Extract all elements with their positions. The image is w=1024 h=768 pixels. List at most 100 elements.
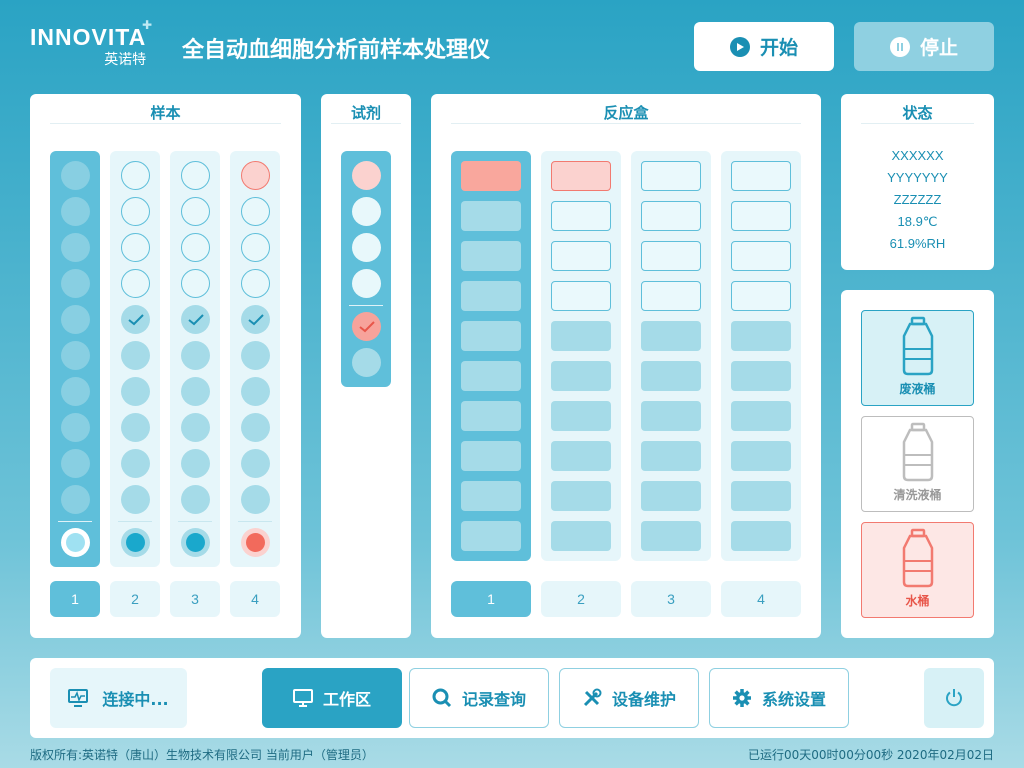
reagent-hole[interactable] [352,269,381,298]
reaction-box-4[interactable] [721,151,801,561]
reaction-cell[interactable] [551,361,611,391]
sample-hole-checked[interactable] [241,305,270,334]
reaction-cell[interactable] [551,241,611,271]
sample-hole[interactable] [61,449,90,478]
stop-button[interactable]: 停止 [854,22,994,71]
sample-hole[interactable] [181,197,210,226]
reaction-cell[interactable] [461,201,521,231]
reaction-cell[interactable] [731,521,791,551]
reaction-cell[interactable] [731,441,791,471]
nav-settings[interactable]: 系统设置 [709,668,849,728]
sample-hole[interactable] [181,269,210,298]
nav-workspace[interactable]: 工作区 [262,668,402,728]
nav-records[interactable]: 记录查询 [409,668,549,728]
sample-cup[interactable] [121,528,150,557]
reaction-cell[interactable] [551,281,611,311]
reaction-cell[interactable] [641,481,701,511]
reaction-column-button-1[interactable]: 1 [451,581,531,617]
reaction-column-button-3[interactable]: 3 [631,581,711,617]
reagent-hole[interactable] [352,348,381,377]
sample-hole[interactable] [61,161,90,190]
reaction-column-button-4[interactable]: 4 [721,581,801,617]
sample-hole[interactable] [121,485,150,514]
sample-hole[interactable] [61,341,90,370]
sample-hole[interactable] [61,413,90,442]
sample-hole[interactable] [241,341,270,370]
sample-hole[interactable] [61,485,90,514]
reagent-hole-alert[interactable] [352,161,381,190]
reaction-cell[interactable] [731,201,791,231]
sample-hole[interactable] [121,161,150,190]
clean-bucket[interactable]: 清洗液桶 [861,416,974,512]
sample-hole[interactable] [181,341,210,370]
sample-column-button-2[interactable]: 2 [110,581,160,617]
sample-rack-3[interactable] [170,151,220,567]
sample-cup[interactable] [61,528,90,557]
reaction-cell[interactable] [461,441,521,471]
connection-status[interactable]: 连接中... [50,668,187,728]
sample-hole[interactable] [121,269,150,298]
reaction-cell[interactable] [641,201,701,231]
sample-column-button-1[interactable]: 1 [50,581,100,617]
sample-hole[interactable] [181,485,210,514]
start-button[interactable]: 开始 [694,22,834,71]
water-bucket[interactable]: 水桶 [861,522,974,618]
reaction-cell[interactable] [461,321,521,351]
reaction-box-1[interactable] [451,151,531,561]
reaction-cell[interactable] [551,321,611,351]
reaction-cell[interactable] [551,481,611,511]
reaction-cell[interactable] [731,161,791,191]
sample-hole[interactable] [121,413,150,442]
waste-bucket[interactable]: 废液桶 [861,310,974,406]
sample-column-button-4[interactable]: 4 [230,581,280,617]
sample-cup-alert[interactable] [241,528,270,557]
sample-hole[interactable] [181,449,210,478]
sample-hole[interactable] [181,413,210,442]
reaction-cell-alert[interactable] [461,161,521,191]
reaction-cell[interactable] [731,361,791,391]
sample-hole-alert[interactable] [241,161,270,190]
sample-hole[interactable] [241,233,270,262]
sample-hole-checked[interactable] [121,305,150,334]
sample-hole[interactable] [121,233,150,262]
reaction-cell[interactable] [641,441,701,471]
nav-maintenance[interactable]: 设备维护 [559,668,699,728]
sample-hole[interactable] [241,377,270,406]
sample-hole[interactable] [121,377,150,406]
sample-hole[interactable] [61,233,90,262]
reaction-cell[interactable] [641,281,701,311]
reaction-cell-alert[interactable] [551,161,611,191]
reaction-box-3[interactable] [631,151,711,561]
reaction-cell[interactable] [641,401,701,431]
sample-rack-4[interactable] [230,151,280,567]
sample-rack-2[interactable] [110,151,160,567]
reaction-cell[interactable] [731,321,791,351]
sample-hole[interactable] [241,449,270,478]
reagent-hole[interactable] [352,233,381,262]
reaction-cell[interactable] [461,481,521,511]
reaction-cell[interactable] [641,321,701,351]
reaction-cell[interactable] [641,521,701,551]
reaction-cell[interactable] [461,241,521,271]
sample-hole[interactable] [61,269,90,298]
reagent-hole[interactable] [352,197,381,226]
reaction-cell[interactable] [461,521,521,551]
reaction-cell[interactable] [731,281,791,311]
sample-rack-1[interactable] [50,151,100,567]
reaction-cell[interactable] [731,481,791,511]
reaction-cell[interactable] [461,281,521,311]
reaction-cell[interactable] [641,361,701,391]
sample-hole[interactable] [121,341,150,370]
sample-hole[interactable] [181,161,210,190]
sample-hole[interactable] [61,377,90,406]
reaction-cell[interactable] [551,201,611,231]
reaction-cell[interactable] [551,401,611,431]
sample-cup[interactable] [181,528,210,557]
sample-hole[interactable] [181,233,210,262]
reaction-cell[interactable] [461,361,521,391]
reaction-cell[interactable] [461,401,521,431]
sample-hole[interactable] [121,449,150,478]
sample-hole[interactable] [181,377,210,406]
reaction-cell[interactable] [641,241,701,271]
sample-hole[interactable] [241,269,270,298]
